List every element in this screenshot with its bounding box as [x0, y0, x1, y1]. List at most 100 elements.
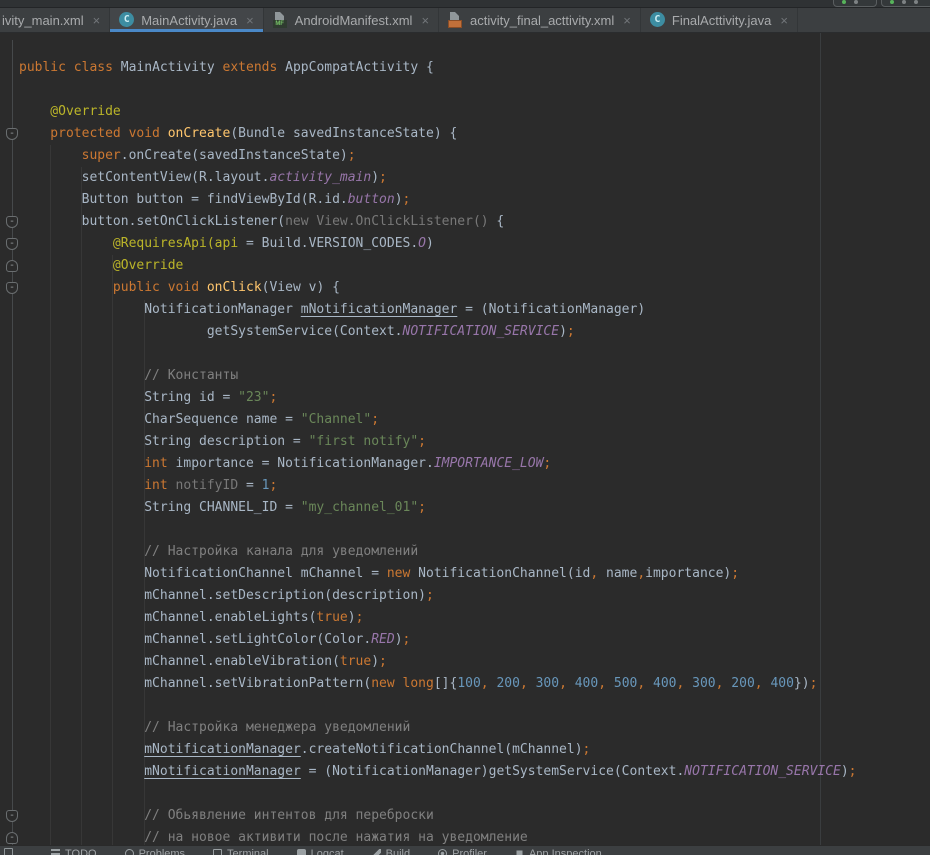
fold-marker[interactable]: -	[6, 238, 18, 250]
editor-tab-MainActivity.java[interactable]: C MainActivity.java ×	[110, 8, 263, 32]
code-line: protected void onCreate(Bundle savedInst…	[19, 123, 857, 145]
selected-tab-underline	[110, 29, 262, 32]
code-line	[19, 519, 857, 541]
tab-label: AndroidManifest.xml	[295, 13, 413, 28]
code-line: super.onCreate(savedInstanceState);	[19, 145, 857, 167]
code-line: @Override	[19, 255, 857, 277]
editor-tab-FinalActtivity.java[interactable]: C FinalActtivity.java ×	[641, 8, 798, 32]
java-class-glyph: C	[119, 12, 134, 27]
code-editor[interactable]: public class MainActivity extends AppCom…	[0, 33, 930, 845]
tab-close-icon[interactable]: ×	[93, 14, 101, 27]
code-line: String CHANNEL_ID = "my_channel_01";	[19, 497, 857, 519]
code-line: // Настройка менеджера уведомлений	[19, 717, 857, 739]
editor-tab-activity_final_acttivity.xml[interactable]: activity_final_acttivity.xml ×	[439, 8, 641, 32]
code-line	[19, 695, 857, 717]
problems-icon	[125, 849, 134, 855]
toolbar-dot	[914, 0, 918, 4]
run-configuration-button[interactable]	[881, 0, 930, 7]
tool-window-button-Build[interactable]: Build	[372, 847, 410, 855]
editor-tab-bar: ivity_main.xml × C MainActivity.java × MF Andr…	[0, 8, 930, 33]
tool-window-button-label: Profiler	[452, 847, 487, 855]
tab-close-icon[interactable]: ×	[421, 14, 429, 27]
code-line: mChannel.enableLights(true);	[19, 607, 857, 629]
code-line: mChannel.enableVibration(true);	[19, 651, 857, 673]
editor-tab-ivity_main.xml[interactable]: ivity_main.xml ×	[0, 8, 110, 32]
app-inspection-icon	[515, 849, 524, 855]
tool-window-bar: TODO Problems Terminal Logcat Build Profiler A…	[0, 845, 930, 855]
java-class-icon: C	[650, 12, 666, 28]
code-line: mNotificationManager = (NotificationMana…	[19, 761, 857, 783]
tab-label: FinalActtivity.java	[672, 13, 771, 28]
tool-window-button-Profiler[interactable]: Profiler	[438, 847, 487, 855]
tool-window-button-label: TODO	[65, 847, 97, 855]
layout-xml-file-icon	[448, 12, 464, 28]
code-line: mChannel.setVibrationPattern(new long[]{…	[19, 673, 857, 695]
tool-window-button-Logcat[interactable]: Logcat	[297, 847, 344, 855]
build-icon	[372, 849, 381, 855]
code-line: public class MainActivity extends AppCom…	[19, 57, 857, 79]
tool-window-button-label: Problems	[139, 847, 185, 855]
java-class-glyph: C	[650, 12, 665, 27]
code-line: // Обьявление интентов для переброски	[19, 805, 857, 827]
code-line: mNotificationManager.createNotificationC…	[19, 739, 857, 761]
fold-marker[interactable]: -	[6, 810, 18, 822]
code-line: String id = "23";	[19, 387, 857, 409]
code-line	[19, 783, 857, 805]
gutter-fold-line	[12, 40, 13, 845]
tool-window-button-label: Build	[386, 847, 410, 855]
fold-marker[interactable]: -	[6, 282, 18, 294]
code-line: // Настройка канала для уведомлений	[19, 541, 857, 563]
fold-marker[interactable]: -	[6, 128, 18, 140]
tool-window-button-label: Logcat	[311, 847, 344, 855]
fold-marker[interactable]: -	[6, 216, 18, 228]
device-selector-button[interactable]	[833, 0, 877, 7]
code-line: Button button = findViewById(R.id.button…	[19, 189, 857, 211]
code-line: @Override	[19, 101, 857, 123]
tool-window-button-TODO[interactable]: TODO	[51, 847, 97, 855]
code-line: public void onClick(View v) {	[19, 277, 857, 299]
tool-window-button-label: App Inspection	[529, 847, 602, 855]
fold-marker[interactable]: -	[6, 832, 18, 844]
code-line: CharSequence name = "Channel";	[19, 409, 857, 431]
code-line: int notifyID = 1;	[19, 475, 857, 497]
tab-close-icon[interactable]: ×	[623, 14, 631, 27]
code-line: int importance = NotificationManager.IMP…	[19, 453, 857, 475]
run-status-dot	[890, 0, 894, 4]
code-text[interactable]: public class MainActivity extends AppCom…	[19, 57, 857, 845]
tool-window-button-Terminal[interactable]: Terminal	[213, 847, 269, 855]
code-line: // на новое активити после нажатия на ув…	[19, 827, 857, 845]
toolbar-dot	[854, 0, 858, 4]
terminal-icon	[213, 849, 222, 855]
run-status-dot	[842, 0, 846, 4]
toolbar-dot	[902, 0, 906, 4]
code-line: setContentView(R.layout.activity_main);	[19, 167, 857, 189]
tab-close-icon[interactable]: ×	[246, 14, 254, 27]
tool-window-corner-icon[interactable]	[4, 848, 13, 855]
code-line	[19, 79, 857, 101]
code-line: NotificationManager mNotificationManager…	[19, 299, 857, 321]
java-class-icon: C	[119, 12, 135, 28]
code-line: getSystemService(Context.NOTIFICATION_SE…	[19, 321, 857, 343]
tool-window-button-Problems[interactable]: Problems	[125, 847, 185, 855]
tool-window-button-label: Terminal	[227, 847, 269, 855]
tab-label: ivity_main.xml	[2, 13, 84, 28]
manifest-mf-label: MF	[273, 20, 287, 28]
code-line: NotificationChannel mChannel = new Notif…	[19, 563, 857, 585]
tab-close-icon[interactable]: ×	[780, 14, 788, 27]
manifest-file-icon: MF	[273, 12, 289, 28]
code-line: // Константы	[19, 365, 857, 387]
code-line: @RequiresApi(api = Build.VERSION_CODES.O…	[19, 233, 857, 255]
tab-label: activity_final_acttivity.xml	[470, 13, 614, 28]
editor-tab-AndroidManifest.xml[interactable]: MF AndroidManifest.xml ×	[264, 8, 439, 32]
profiler-icon	[438, 849, 447, 855]
main-toolbar-edge	[0, 0, 930, 8]
logcat-icon	[297, 849, 306, 855]
layout-orange-label	[448, 20, 462, 28]
code-line: mChannel.setDescription(description);	[19, 585, 857, 607]
code-line: mChannel.setLightColor(Color.RED);	[19, 629, 857, 651]
fold-marker[interactable]: -	[6, 260, 18, 272]
todo-icon	[51, 849, 60, 855]
tool-window-button-App Inspection[interactable]: App Inspection	[515, 847, 602, 855]
code-line: button.setOnClickListener(new View.OnCli…	[19, 211, 857, 233]
tab-label: MainActivity.java	[141, 13, 237, 28]
